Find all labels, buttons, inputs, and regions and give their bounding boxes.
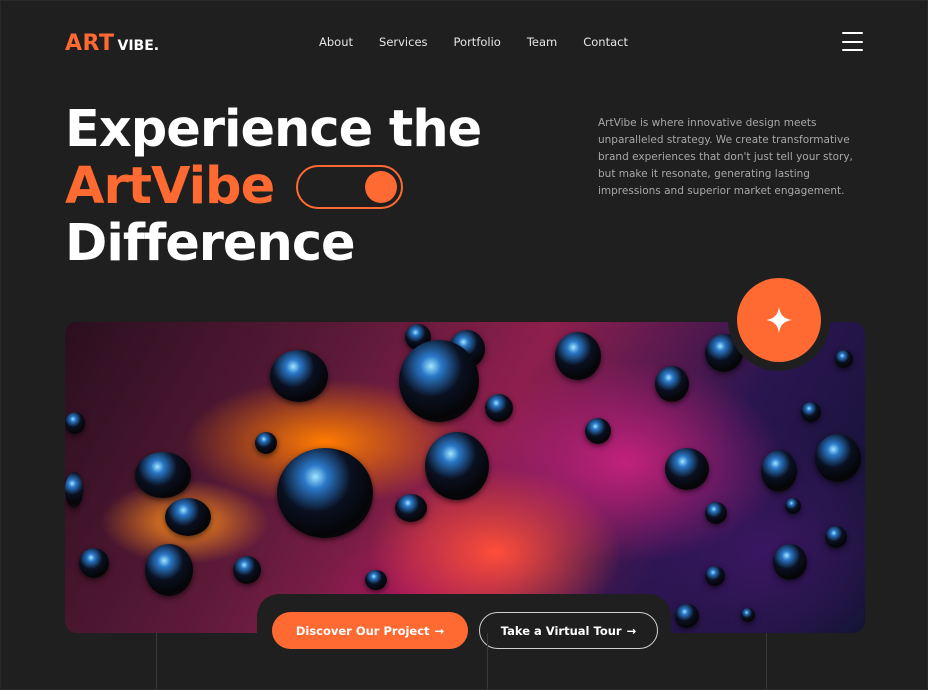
main-nav: About Services Portfolio Team Contact <box>319 35 628 49</box>
droplet <box>135 452 191 498</box>
droplet <box>761 450 797 492</box>
droplet <box>825 526 847 548</box>
menu-bar <box>842 32 863 34</box>
divider-line <box>766 633 767 689</box>
droplet <box>399 340 479 422</box>
arrow-right-icon: → <box>434 623 445 638</box>
droplet <box>270 350 328 402</box>
droplet <box>485 394 513 422</box>
headline-line-1: Experience the <box>65 100 482 159</box>
brand-logo[interactable]: ART VIBE. <box>65 31 159 56</box>
virtual-tour-button[interactable]: Take a Virtual Tour → <box>479 612 658 649</box>
droplet <box>785 498 801 514</box>
headline-line-2: ArtVibe <box>65 158 481 215</box>
hero-intro-text: ArtVibe is where innovative design meets… <box>598 117 853 197</box>
sparkle-badge[interactable] <box>728 269 830 371</box>
hero-headline: Experience the ArtVibe Difference <box>65 100 482 273</box>
droplet <box>395 494 427 522</box>
droplet <box>255 432 277 454</box>
droplet <box>65 472 83 508</box>
discover-project-button[interactable]: Discover Our Project → <box>272 612 468 649</box>
nav-services[interactable]: Services <box>379 35 428 49</box>
droplet <box>365 570 387 590</box>
droplet <box>705 566 725 586</box>
hamburger-icon[interactable] <box>842 32 863 51</box>
divider-line <box>487 633 488 689</box>
toggle-knob <box>365 170 398 203</box>
sparkle-star-icon <box>766 307 792 333</box>
droplet <box>705 502 727 524</box>
droplet <box>655 366 689 402</box>
droplet <box>425 432 489 500</box>
menu-bar <box>842 40 863 43</box>
droplet <box>815 434 861 482</box>
droplet <box>555 332 601 380</box>
divider-line <box>156 633 157 689</box>
nav-contact[interactable]: Contact <box>583 35 628 49</box>
droplet <box>233 556 261 584</box>
droplet <box>585 418 611 444</box>
droplet <box>773 544 807 580</box>
droplet <box>145 544 193 596</box>
droplet <box>675 604 699 628</box>
droplet <box>165 498 211 536</box>
sparkle-badge-circle <box>737 278 821 362</box>
logo-vibe-text: VIBE. <box>117 38 160 54</box>
droplet <box>741 608 755 622</box>
droplet <box>835 350 853 368</box>
headline-line-3: Difference <box>65 214 356 273</box>
droplet <box>665 448 709 490</box>
headline-brand: ArtVibe <box>65 157 275 216</box>
droplet <box>277 448 373 538</box>
droplet <box>801 402 821 422</box>
decorative-toggle[interactable] <box>296 164 404 209</box>
droplet <box>65 412 85 434</box>
virtual-tour-label: Take a Virtual Tour <box>500 623 622 638</box>
logo-art-text: ART <box>65 31 115 56</box>
nav-portfolio[interactable]: Portfolio <box>454 35 501 49</box>
menu-bar <box>842 49 863 51</box>
nav-about[interactable]: About <box>319 35 353 49</box>
discover-project-label: Discover Our Project <box>295 623 430 638</box>
arrow-right-icon: → <box>626 623 637 638</box>
droplet <box>79 548 109 578</box>
nav-team[interactable]: Team <box>527 35 557 49</box>
hero-image <box>65 322 865 633</box>
landing-page: ART VIBE. About Services Portfolio Team … <box>0 0 928 690</box>
